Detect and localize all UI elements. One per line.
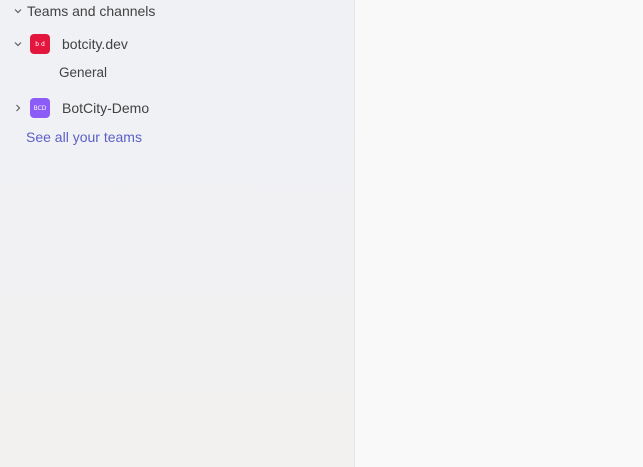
chevron-right-icon[interactable]	[12, 102, 24, 114]
chevron-down-icon	[12, 5, 24, 17]
channel-item-general[interactable]: General	[59, 65, 107, 80]
team-item-botcity-demo[interactable]: BCD BotCity-Demo	[12, 96, 149, 120]
team-avatar: b d	[30, 34, 50, 54]
section-title: Teams and channels	[27, 3, 156, 19]
chevron-down-icon[interactable]	[12, 38, 24, 50]
teams-and-channels-header[interactable]: Teams and channels	[12, 2, 155, 20]
app-root: Teams and channels b d botcity.dev Gener…	[0, 0, 643, 467]
team-item-botcity-dev[interactable]: b d botcity.dev	[12, 32, 128, 56]
team-name: BotCity-Demo	[62, 100, 150, 116]
team-name: botcity.dev	[62, 36, 128, 52]
team-avatar: BCD	[30, 98, 50, 118]
teams-sidebar: Teams and channels b d botcity.dev Gener…	[0, 0, 355, 467]
main-content-area	[355, 0, 643, 467]
see-all-teams-link[interactable]: See all your teams	[26, 129, 142, 145]
